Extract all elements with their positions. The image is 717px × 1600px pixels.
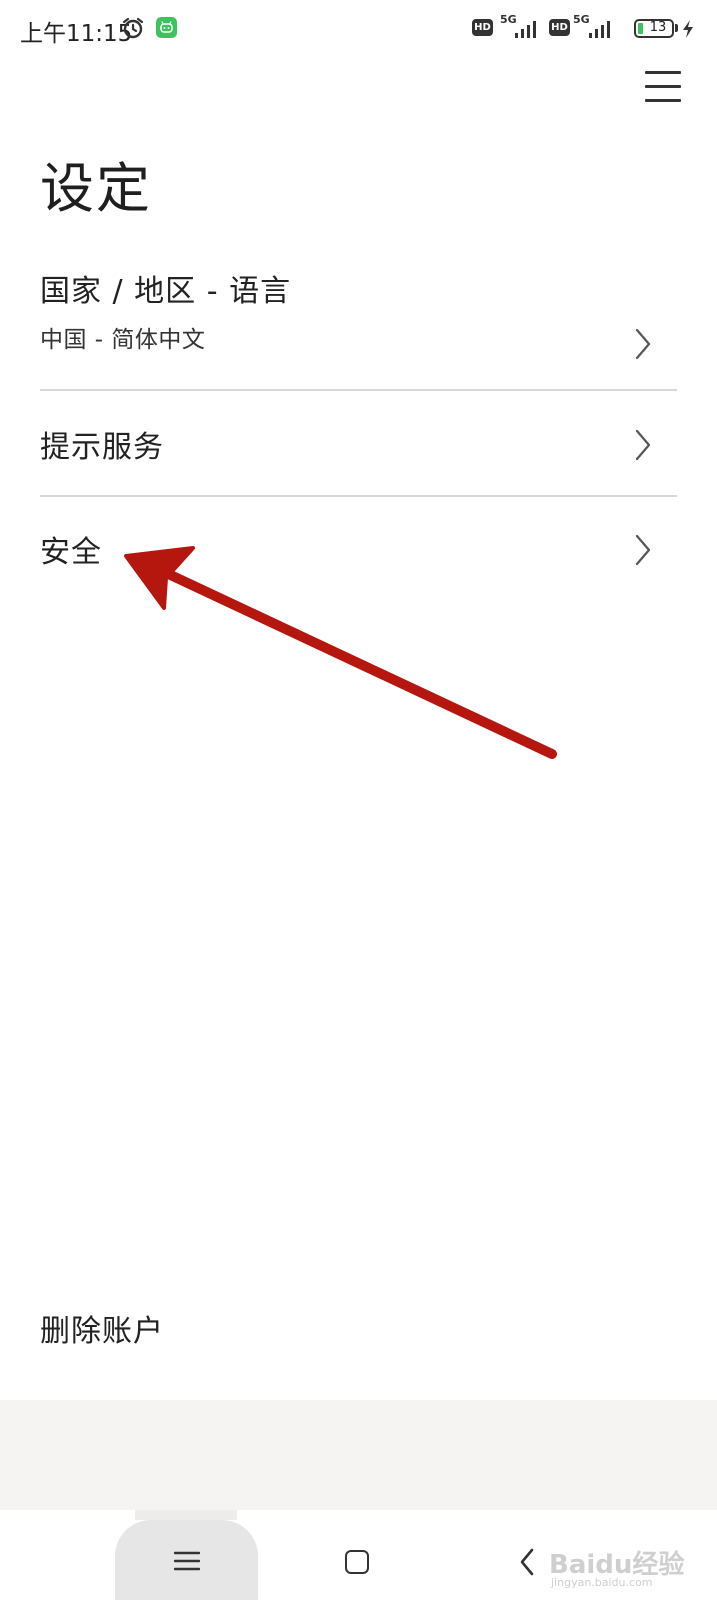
chevron-right-icon <box>635 429 651 461</box>
annotation-arrow <box>124 546 557 759</box>
hamburger-menu-line <box>645 99 681 102</box>
back-chevron-icon[interactable] <box>519 1548 535 1576</box>
battery-level: 13 <box>649 20 667 35</box>
page-title: 设定 <box>40 157 152 220</box>
settings-item-value: 中国 - 简体中文 <box>40 327 206 353</box>
divider <box>40 495 677 497</box>
battery-fill <box>638 23 643 34</box>
hamburger-menu-line <box>645 85 681 88</box>
hd-badge-2: HD <box>549 19 570 36</box>
hd-badge-1: HD <box>472 19 493 36</box>
watermark-domain: jingyan.baidu.com <box>551 1576 653 1589</box>
alarm-clock-icon <box>122 17 144 39</box>
charging-bolt-icon <box>683 20 693 38</box>
footer-band <box>0 1400 717 1520</box>
signal-strength-icon-1 <box>515 21 536 38</box>
recents-button[interactable] <box>115 1520 258 1600</box>
signal-strength-icon-2 <box>589 21 610 38</box>
baidu-jingyan-watermark: Baidu经验 jingyan.baidu.com <box>549 1528 699 1589</box>
settings-item-label: 安全 <box>40 535 102 570</box>
battery-tip <box>675 24 678 32</box>
settings-item-security[interactable]: 安全 <box>40 515 677 583</box>
settings-item-notification-service[interactable]: 提示服务 <box>40 410 677 478</box>
home-square-icon[interactable] <box>345 1550 369 1574</box>
footer-band-tab <box>135 1510 237 1520</box>
delete-account-link[interactable]: 删除账户 <box>40 1306 164 1350</box>
chevron-right-icon <box>635 534 651 566</box>
settings-item-region-language[interactable]: 国家 / 地区 - 语言 中国 - 简体中文 <box>40 262 677 380</box>
status-bar: 上午11:15 HD 5G HD 5G 13 <box>0 0 717 56</box>
recents-lines-icon <box>174 1551 200 1571</box>
settings-item-label: 国家 / 地区 - 语言 <box>40 274 292 309</box>
settings-item-label: 提示服务 <box>40 430 164 465</box>
chevron-right-icon <box>635 328 651 360</box>
divider <box>40 389 677 391</box>
status-time: 上午11:15 <box>20 21 133 47</box>
app-notification-icon <box>156 17 177 38</box>
hamburger-menu-icon <box>645 71 681 74</box>
menu-button[interactable] <box>640 66 686 110</box>
